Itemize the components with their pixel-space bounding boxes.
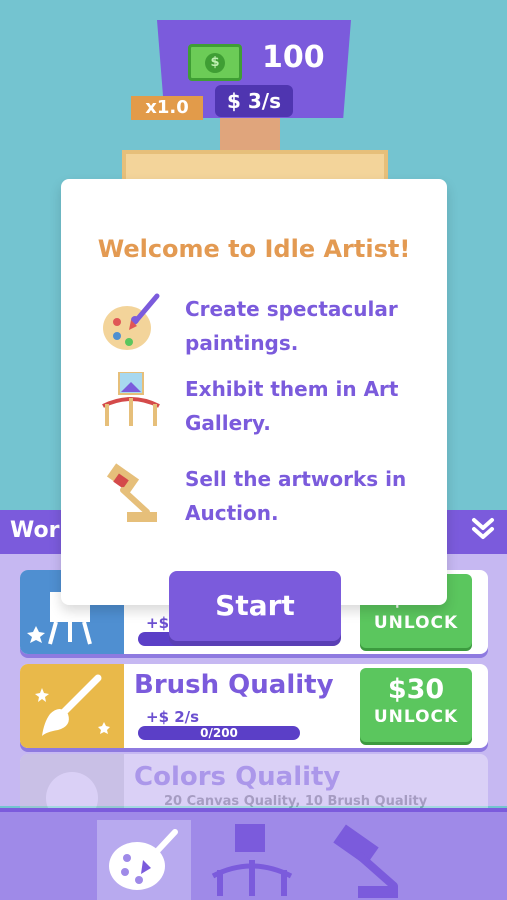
gallery-exhibit-icon xyxy=(211,824,293,896)
palette-brush-icon xyxy=(99,292,163,356)
bottom-nav xyxy=(0,808,507,900)
gallery-exhibit-icon xyxy=(99,371,163,436)
upgrade-rate: +$ 2/s xyxy=(146,708,200,726)
upgrade-card-brush-quality: Brush Quality +$ 2/s 0/200 $30 UNLOCK xyxy=(20,664,488,748)
start-button[interactable]: Start xyxy=(169,571,341,641)
money-counter: 100 xyxy=(262,40,325,75)
double-chevron-down-icon[interactable] xyxy=(459,514,507,550)
welcome-row-text: Exhibit them in Art Gallery. xyxy=(185,377,399,435)
auction-gavel-icon xyxy=(333,824,398,898)
upgrade-title: Brush Quality xyxy=(134,670,334,700)
upgrades-header-label: Wor xyxy=(10,518,60,543)
tab-auction[interactable] xyxy=(318,820,412,900)
cash-icon: $ xyxy=(188,44,242,81)
brush-icon xyxy=(20,664,124,748)
multiplier-badge: x1.0 xyxy=(131,96,203,120)
unlock-label: UNLOCK xyxy=(373,613,459,633)
tab-gallery[interactable] xyxy=(205,820,299,900)
unlock-price: $30 xyxy=(387,674,445,705)
welcome-row-text: Create spectacular paintings. xyxy=(185,297,398,355)
welcome-title: Welcome to Idle Artist! xyxy=(97,235,411,263)
welcome-row-text: Sell the artworks in Auction. xyxy=(185,467,407,525)
easel-post xyxy=(220,118,280,152)
bill-symbol: $ xyxy=(205,53,225,73)
upgrade-progress-bar: 0/200 xyxy=(138,726,300,740)
upgrade-title: Colors Quality xyxy=(134,762,341,792)
auction-gavel-icon xyxy=(99,462,163,526)
unlock-label: UNLOCK xyxy=(373,707,459,727)
palette-brush-icon xyxy=(109,829,178,890)
upgrade-requirement: 20 Canvas Quality, 10 Brush Quality xyxy=(164,794,428,809)
upgrade-rate: +$ xyxy=(146,614,170,632)
income-rate-badge: $ 3/s xyxy=(215,85,293,117)
unlock-button[interactable]: $30 UNLOCK xyxy=(360,668,472,742)
tab-paint[interactable] xyxy=(97,820,191,900)
welcome-dialog: Welcome to Idle Artist! Create spectacul… xyxy=(61,179,447,605)
